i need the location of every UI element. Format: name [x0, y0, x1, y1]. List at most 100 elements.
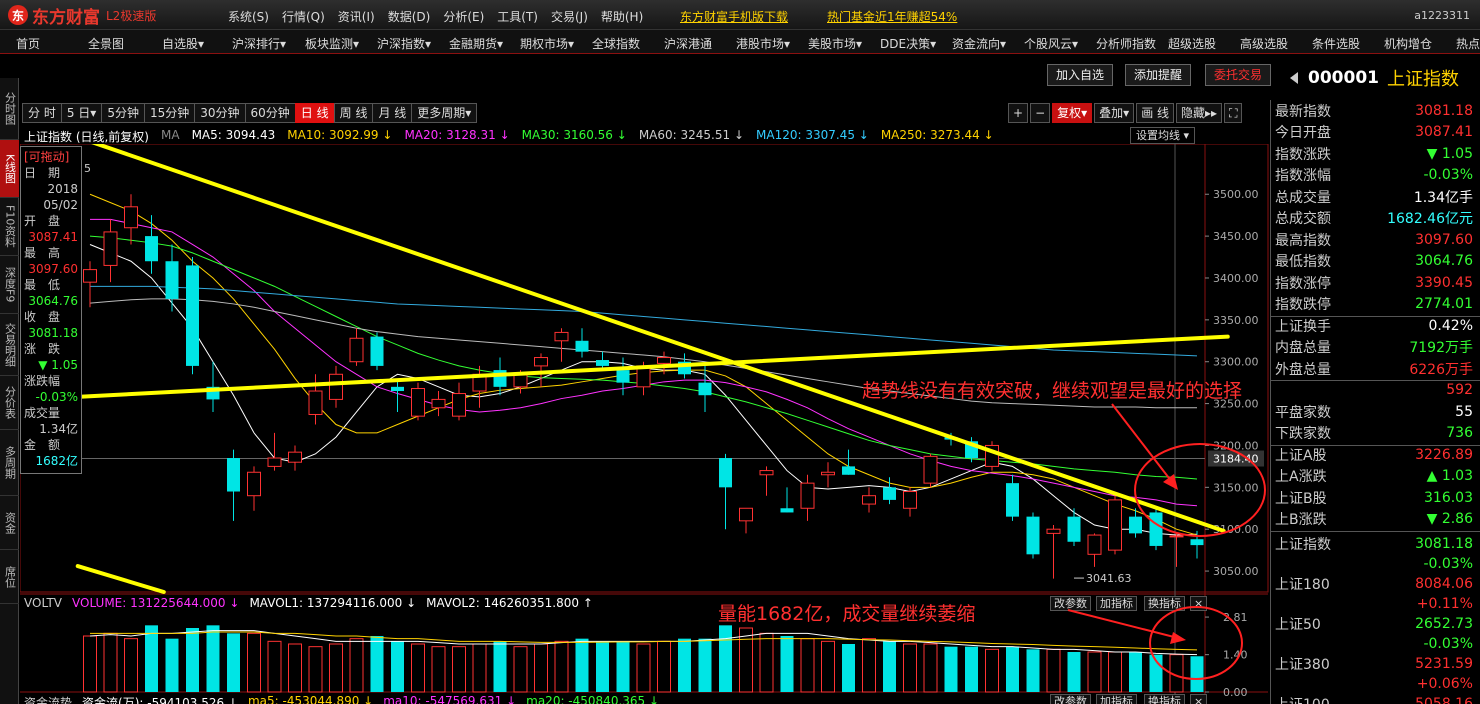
tab-multi-period[interactable]: 多周期 [0, 430, 19, 496]
tab-depth[interactable]: 深度F9 [0, 256, 19, 314]
volume-bar [862, 638, 876, 693]
nav-hot[interactable]: 热点 [1456, 35, 1480, 52]
fullscreen-icon[interactable]: ⛶ [1224, 103, 1243, 123]
adjust-button[interactable]: 复权▾ [1052, 103, 1093, 123]
vol-close-icon[interactable]: × [1190, 596, 1208, 611]
index-row[interactable]: 上证100 5058.16 [1271, 693, 1480, 704]
flow-close-icon[interactable]: × [1190, 694, 1208, 704]
promo-mobile-link[interactable]: 东方财富手机版下载 [680, 8, 788, 25]
ma-label: MA [161, 128, 180, 142]
add-watchlist-button[interactable]: 加入自选 [1047, 64, 1114, 86]
period-monthly[interactable]: 月 线 [372, 103, 413, 123]
overlay-button[interactable]: 叠加▾ [1094, 103, 1135, 123]
vol-edit-params-button[interactable]: 改参数 [1050, 596, 1091, 611]
volume-bar [739, 627, 753, 693]
zoom-out-button[interactable]: − [1030, 103, 1051, 123]
nav-flow[interactable]: 资金流向▾ [952, 35, 1006, 52]
flow-change-indicator-button[interactable]: 换指标 [1144, 694, 1185, 704]
hide-button[interactable]: 隐藏▸▸ [1176, 103, 1223, 123]
candle-body [739, 507, 753, 522]
period-more[interactable]: 更多周期▾ [411, 103, 478, 123]
period-weekly[interactable]: 周 线 [333, 103, 374, 123]
nav-connect[interactable]: 沪深港通 [664, 35, 712, 52]
period-daily[interactable]: 日 线 [294, 103, 335, 123]
nav-panorama[interactable]: 全景图 [88, 35, 124, 52]
nav-stock[interactable]: 个股风云▾ [1024, 35, 1078, 52]
index-row[interactable]: 上证380 5231.59 [1271, 653, 1480, 675]
order-button[interactable]: 委托交易 [1205, 64, 1272, 86]
period-5day[interactable]: 5 日▾ [60, 103, 103, 123]
nav-advanced[interactable]: 高级选股 [1240, 35, 1288, 52]
quote-row: 592 [1271, 380, 1480, 402]
menu-system[interactable]: 系统(S) [228, 8, 269, 25]
nav-us[interactable]: 美股市场▾ [808, 35, 862, 52]
high-label: 最 高 [24, 246, 61, 260]
nav-options[interactable]: 期权市场▾ [520, 35, 574, 52]
triangle-left-icon[interactable] [1290, 72, 1298, 84]
index-row-pct: -0.03% [1271, 633, 1480, 655]
tab-seats[interactable]: 席位 [0, 550, 19, 604]
volume-value: 1.34亿 [39, 422, 78, 436]
promo-fund-link[interactable]: 热门基金近1年赚超54% [827, 8, 957, 25]
nav-watchlist[interactable]: 自选股▾ [162, 35, 204, 52]
tab-funds[interactable]: 资金 [0, 496, 19, 550]
index-row[interactable]: 上证50 2652.73 [1271, 613, 1480, 635]
add-alert-button[interactable]: 添加提醒 [1125, 64, 1192, 86]
kline-chart[interactable]: 3050.003100.003150.003200.003250.003300.… [20, 144, 1270, 704]
nav-analyst[interactable]: 分析师指数 [1096, 35, 1156, 52]
volume-bar [1067, 652, 1081, 692]
candle-body [1190, 539, 1204, 546]
candle-body [821, 471, 835, 476]
nav-ranking[interactable]: 沪深排行▾ [232, 35, 286, 52]
nav-inst[interactable]: 机构增仓 [1384, 35, 1432, 52]
tab-trades[interactable]: 交易明细 [0, 314, 19, 376]
candle-body [1169, 535, 1184, 538]
quote-label: 内盘总量 [1275, 340, 1331, 357]
vol-change-indicator-button[interactable]: 换指标 [1144, 596, 1185, 611]
tab-kline[interactable]: K线图 [0, 140, 19, 198]
quote-row: 上证换手 0.42% [1271, 315, 1480, 337]
chart-title: 上证指数 (日线,前复权) [24, 130, 149, 144]
menu-analysis[interactable]: 分析(E) [443, 8, 484, 25]
period-5min[interactable]: 5分钟 [101, 103, 145, 123]
candle-body [759, 470, 774, 476]
tab-intraday[interactable]: 分时图 [0, 78, 19, 140]
tab-f10[interactable]: F10资料 [0, 198, 19, 256]
volume-bar [780, 636, 794, 692]
menu-quote[interactable]: 行情(Q) [282, 8, 325, 25]
nav-dde[interactable]: DDE决策▾ [880, 35, 936, 52]
nav-sector[interactable]: 板块监测▾ [305, 35, 359, 52]
period-intraday[interactable]: 分 时 [22, 103, 62, 123]
draw-line-button[interactable]: 画 线 [1136, 103, 1175, 123]
zoom-in-button[interactable]: + [1008, 103, 1029, 123]
nav-condition[interactable]: 条件选股 [1312, 35, 1360, 52]
period-60min[interactable]: 60分钟 [244, 103, 296, 123]
nav-super[interactable]: 超级选股 [1168, 35, 1216, 52]
nav-hk[interactable]: 港股市场▾ [736, 35, 790, 52]
index-row[interactable]: 上证180 8084.06 [1271, 573, 1480, 595]
quote-label: 平盘家数 [1275, 404, 1331, 421]
index-row[interactable]: 上证指数 3081.18 [1271, 533, 1480, 555]
index-header: 000001 上证指数 [1290, 65, 1459, 91]
period-30min[interactable]: 30分钟 [194, 103, 246, 123]
vol-add-indicator-button[interactable]: 加指标 [1096, 596, 1137, 611]
menu-trade[interactable]: 交易(J) [551, 8, 588, 25]
nav-index[interactable]: 沪深指数▾ [377, 35, 431, 52]
tab-price-table[interactable]: 分价表 [0, 376, 19, 430]
volume-bar [165, 638, 179, 692]
nav-home[interactable]: 首页 [16, 35, 40, 52]
period-15min[interactable]: 15分钟 [143, 103, 196, 123]
flow-edit-params-button[interactable]: 改参数 [1050, 694, 1091, 704]
menu-news[interactable]: 资讯(I) [338, 8, 375, 25]
set-ma-button[interactable]: 设置均线 ▾ [1130, 127, 1196, 144]
menu-tools[interactable]: 工具(T) [497, 8, 538, 25]
ma20-value: MA20: 3128.31 ↓ [404, 128, 510, 142]
info-panel[interactable]: [可拖动] 日 期 2018 05/02 开 盘 3087.41 最 高 309… [20, 146, 82, 474]
high-value: 3097.60 [28, 262, 78, 276]
menu-data[interactable]: 数据(D) [388, 8, 431, 25]
menu-help[interactable]: 帮助(H) [601, 8, 643, 25]
nav-global[interactable]: 全球指数 [592, 35, 640, 52]
flow-add-indicator-button[interactable]: 加指标 [1096, 694, 1137, 704]
low-label: 最 低 [24, 278, 61, 292]
nav-futures[interactable]: 金融期货▾ [449, 35, 503, 52]
